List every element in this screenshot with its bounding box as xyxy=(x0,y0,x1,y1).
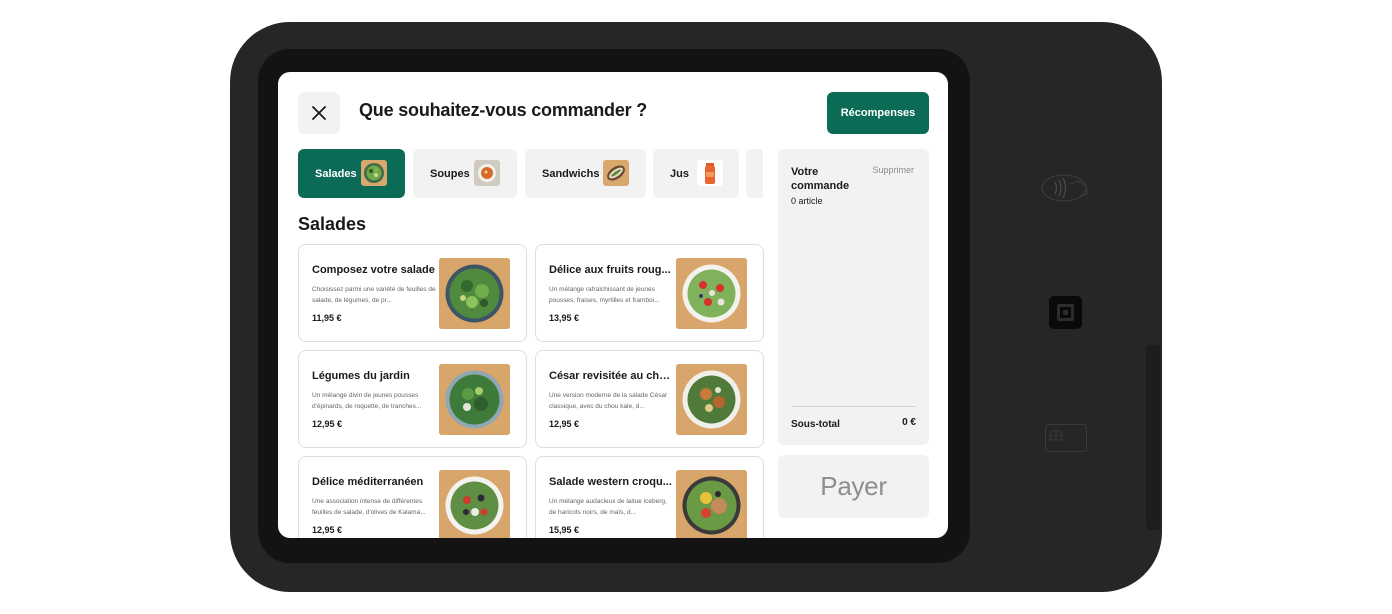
item-price: 11,95 € xyxy=(312,313,342,323)
item-photo xyxy=(439,258,510,329)
order-item-count: 0 article xyxy=(791,196,823,206)
tab-label: Sandwichs xyxy=(542,167,600,180)
pay-button[interactable]: Payer xyxy=(778,455,929,518)
item-name: Délice aux fruits roug... xyxy=(549,264,671,276)
item-photo xyxy=(439,364,510,435)
garden-salad-bowl-image xyxy=(439,364,510,435)
menu-item-card[interactable]: Délice aux fruits roug... Un mélange raf… xyxy=(535,244,764,342)
order-summary-panel: Votre commande Supprimer 0 article Sous-… xyxy=(778,149,929,445)
tab-salades[interactable]: Salades xyxy=(298,149,405,198)
mediterranean-salad-bowl-image xyxy=(439,470,510,538)
item-description: Un mélange audacieux de laitue iceberg, … xyxy=(549,498,667,516)
delete-order-link[interactable]: Supprimer xyxy=(872,165,914,175)
subtotal-label: Sous-total xyxy=(791,419,840,430)
rewards-button[interactable]: Récompenses xyxy=(827,92,929,134)
tab-soupes[interactable]: Soupes xyxy=(413,149,517,198)
item-name: Composez votre salade xyxy=(312,264,435,276)
item-description: Un mélange divin de jeunes pousses d'épi… xyxy=(312,392,422,410)
item-price: 15,95 € xyxy=(549,525,580,535)
caesar-salad-bowl-image xyxy=(676,364,747,435)
section-title: Salades xyxy=(298,214,367,234)
salad-thumbnail-icon xyxy=(361,160,387,186)
menu-item-card[interactable]: Salade western croqu... Un mélange audac… xyxy=(535,456,764,538)
page-title: Que souhaitez-vous commander ? xyxy=(359,100,648,120)
berry-salad-bowl-image xyxy=(676,258,747,329)
item-name: Salade western croqu... xyxy=(549,476,672,488)
item-photo xyxy=(676,470,747,538)
category-tabs: Salades Soupes Sandwichs Jus xyxy=(298,149,763,198)
menu-item-card[interactable]: Composez votre salade Choisissez parmi u… xyxy=(298,244,527,342)
item-photo xyxy=(676,258,747,329)
green-salad-bowl-image xyxy=(439,258,510,329)
item-price: 13,95 € xyxy=(549,313,580,323)
close-button[interactable] xyxy=(298,92,340,134)
card-chip-slot-icon xyxy=(1045,424,1087,452)
item-description: Une version moderne de la salade César c… xyxy=(549,392,668,410)
device-side-button xyxy=(1146,345,1160,530)
item-price: 12,95 € xyxy=(549,419,580,429)
item-price: 12,95 € xyxy=(312,525,343,535)
menu-item-card[interactable]: César revisitée au cho... Une version mo… xyxy=(535,350,764,448)
kiosk-screen: Que souhaitez-vous commander ? Récompens… xyxy=(278,72,948,538)
western-salad-bowl-image xyxy=(676,470,747,538)
divider xyxy=(791,406,916,407)
item-description: Choisissez parmi une variété de feuilles… xyxy=(312,286,436,304)
tab-label: Jus xyxy=(670,167,689,180)
item-description: Une association intense de différentes f… xyxy=(312,498,426,516)
item-name: César revisitée au cho... xyxy=(549,370,673,382)
subtotal-value: 0 € xyxy=(902,417,916,428)
tab-sandwichs[interactable]: Sandwichs xyxy=(525,149,646,198)
menu-item-card[interactable]: Délice méditerranéen Une association int… xyxy=(298,456,527,538)
square-logo-icon xyxy=(1049,296,1082,329)
menu-item-card[interactable]: Légumes du jardin Un mélange divin de je… xyxy=(298,350,527,448)
order-title: Votre commande xyxy=(791,166,850,192)
close-icon xyxy=(312,106,326,120)
tab-jus[interactable]: Jus xyxy=(653,149,739,198)
item-description: Un mélange rafraîchissant de jeunes pous… xyxy=(549,286,660,304)
sandwich-thumbnail-icon xyxy=(603,160,629,186)
item-photo xyxy=(439,470,510,538)
soup-thumbnail-icon xyxy=(474,160,500,186)
tab-label: Salades xyxy=(315,167,357,180)
item-photo xyxy=(676,364,747,435)
item-name: Délice méditerranéen xyxy=(312,476,424,488)
juice-thumbnail-icon xyxy=(697,160,723,186)
menu-items-grid: Composez votre salade Choisissez parmi u… xyxy=(298,244,764,538)
tab-more[interactable] xyxy=(746,149,763,198)
tab-label: Soupes xyxy=(430,167,470,180)
contactless-payment-icon xyxy=(1041,174,1089,202)
item-price: 12,95 € xyxy=(312,419,343,429)
item-name: Légumes du jardin xyxy=(312,370,410,382)
